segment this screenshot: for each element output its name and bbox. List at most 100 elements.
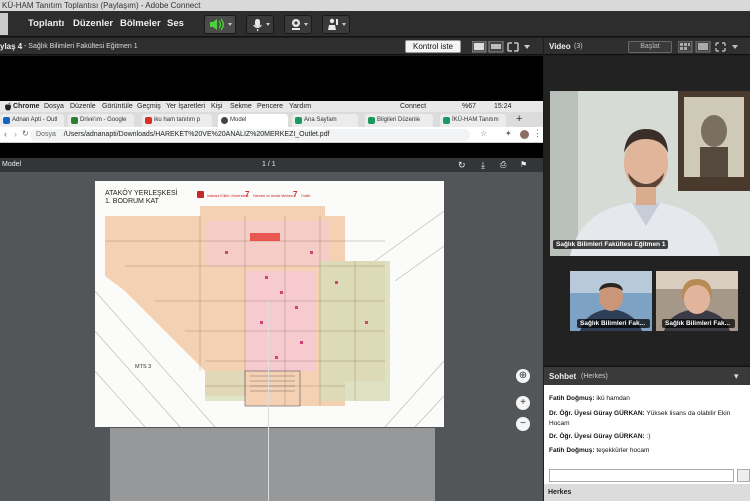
print-icon[interactable]: ⎙: [500, 158, 506, 172]
menu-meeting[interactable]: Toplantı: [28, 11, 64, 37]
mac-menu-history[interactable]: Geçmiş: [137, 101, 161, 112]
share-pod-presenter: - Sağlık Bilimleri Fakültesi Eğitmen 1: [24, 43, 138, 50]
floor-plan-drawing: İstanbul Kültür Üniversitesi 7 Hareket v…: [95, 190, 444, 427]
mac-status-connect[interactable]: Connect: [400, 101, 426, 112]
chat-text: teşekkürler hocam: [596, 447, 650, 454]
reload-icon[interactable]: ↻: [22, 129, 29, 138]
floor-name: 1. BODRUM KAT: [105, 198, 159, 205]
site-icon: [295, 117, 302, 124]
speaker-icon: [210, 18, 232, 31]
url-field[interactable]: Dosya /Users/adnanapti/Downloads/HAREKET…: [30, 129, 470, 141]
video-pod-header: Video (3) Başlat: [544, 38, 750, 55]
mac-menu-people[interactable]: Kişi: [211, 101, 222, 112]
browser-tab[interactable]: Bilgileri Düzenle: [365, 114, 433, 127]
mac-menu-tab[interactable]: Sekme: [230, 101, 252, 112]
chat-message: Fatih Doğmuş: ikü hamdan: [549, 394, 744, 404]
start-webcam-button[interactable]: Başlat: [628, 41, 672, 53]
extensions-icon[interactable]: ✦: [505, 129, 512, 138]
send-button[interactable]: [737, 469, 750, 482]
mac-menu-window[interactable]: Pencere: [257, 101, 283, 112]
mac-status-battery: %67: [462, 103, 477, 110]
apple-icon: [5, 102, 11, 111]
video-pod-title: Video: [549, 42, 571, 51]
webcam-button[interactable]: [284, 15, 312, 34]
chat-input[interactable]: [549, 469, 734, 482]
share-pod-header: ylaş 4 - Sağlık Bilimleri Fakültesi Eğit…: [0, 38, 543, 55]
menu-pods[interactable]: Bölmeler: [120, 11, 161, 37]
mac-menu-view[interactable]: Görüntüle: [102, 101, 133, 112]
bookmark-star-icon[interactable]: ☆: [480, 129, 487, 138]
mac-menu-file[interactable]: Dosya: [44, 101, 64, 112]
participant-name-label: Sağlık Bilimleri Fak...: [577, 319, 650, 328]
svg-text:7: 7: [245, 190, 250, 199]
download-icon[interactable]: ⤓: [481, 158, 485, 172]
video-tile-participant-2[interactable]: Sağlık Bilimleri Fak...: [570, 271, 652, 331]
microphone-button[interactable]: [246, 15, 274, 34]
chat-message: Dr. Öğr. Üyesi Güray GÜRKAN: Yüksek lisa…: [549, 409, 744, 429]
browser-tab[interactable]: Ana Sayfam: [292, 114, 358, 127]
browser-tab[interactable]: Drive'ım - Google: [68, 114, 134, 127]
browser-tab[interactable]: iku ham tanıtım p: [142, 114, 212, 127]
mac-menubar: Chrome Dosya Düzenle Görüntüle Geçmiş Ye…: [0, 101, 543, 112]
status-button[interactable]: [322, 15, 350, 34]
logo-2-text: Hareket ve Analiz Merkezi: [253, 194, 294, 198]
microphone-icon: [253, 19, 270, 31]
translucent-overlay: [110, 428, 435, 501]
mac-menu-help[interactable]: Yardım: [289, 101, 311, 112]
svg-text:7: 7: [293, 190, 298, 199]
chat-message: Fatih Doğmuş: teşekkürler hocam: [549, 446, 744, 456]
chat-recipient-selector[interactable]: Herkes: [544, 484, 750, 501]
browser-tab[interactable]: Adnan Apti - Outl: [0, 114, 64, 127]
menu-layouts[interactable]: Düzenler: [73, 11, 113, 37]
fit-to-page-icon[interactable]: ⊕: [516, 369, 530, 383]
divider-line: [268, 300, 269, 501]
participant-name-label: Sağlık Bilimleri Fak...: [662, 319, 735, 328]
browser-tab-active[interactable]: Model: [218, 114, 288, 127]
view-options-icon[interactable]: [472, 41, 534, 53]
mac-menu-edit[interactable]: Düzenle: [70, 101, 96, 112]
browser-address-bar: ‹ › ↻ Dosya /Users/adnanapti/Downloads/H…: [0, 127, 543, 143]
chat-text: ikü hamdan: [596, 395, 630, 402]
forward-icon[interactable]: ›: [14, 129, 17, 139]
raise-hand-icon: [328, 18, 346, 30]
share-pod-title: ylaş 4: [0, 42, 23, 51]
webcam-feed-main: [550, 91, 750, 256]
pdf-toolbar: Model 1 / 1 ↻ ⤓ ⎙ ⚑: [0, 158, 543, 172]
chat-pod-title: Sohbet: [549, 372, 577, 381]
rotate-icon[interactable]: ↻: [458, 158, 466, 172]
menu-audio[interactable]: Ses: [167, 11, 184, 37]
video-tile-participant-3[interactable]: Sağlık Bilimleri Fak...: [656, 271, 738, 331]
gmail-icon: [145, 117, 152, 124]
video-area: Sağlık Bilimleri Fakültesi Eğitmen 1 Sağ…: [544, 56, 750, 365]
zoom-in-icon[interactable]: +: [516, 396, 530, 410]
chat-sender: Fatih Doğmuş:: [549, 395, 595, 402]
chat-pod-scope: (Herkes): [581, 373, 608, 380]
chat-message: Dr. Öğr. Üyesi Güray GÜRKAN: :): [549, 432, 744, 442]
chrome-menu-icon[interactable]: ⋮: [533, 128, 542, 139]
mac-menu-chrome[interactable]: Chrome: [13, 101, 39, 112]
chat-options-icon[interactable]: ▾: [734, 367, 739, 386]
back-icon[interactable]: ‹: [4, 129, 7, 139]
chat-pod: Fatih Doğmuş: ikü hamdan Dr. Öğr. Üyesi …: [544, 385, 750, 501]
profile-avatar[interactable]: [520, 130, 529, 139]
video-layout-icons[interactable]: [678, 41, 746, 53]
mac-menu-bookmarks[interactable]: Yer İşaretleri: [166, 101, 205, 112]
new-tab-icon[interactable]: +: [516, 113, 522, 125]
campus-name: ATAKÖY YERLEŞKESİ: [105, 190, 178, 197]
chat-sender: Fatih Doğmuş:: [549, 447, 595, 454]
speaker-button[interactable]: [204, 15, 236, 34]
request-control-button[interactable]: Kontrol iste: [405, 40, 461, 53]
webcam-icon: [292, 19, 308, 30]
adobe-connect-logo: [0, 13, 8, 35]
bookmark-icon[interactable]: ⚑: [520, 158, 527, 172]
url-text: /Users/adnanapti/Downloads/HAREKET%20VE%…: [63, 131, 330, 138]
url-scheme-label: Dosya: [36, 131, 56, 138]
participant-name-label: Sağlık Bilimleri Fakültesi Eğitmen 1: [553, 240, 669, 249]
mts-label: MTS 3: [135, 364, 151, 370]
floor-plan-title: ATAKÖY YERLEŞKESİ 1. BODRUM KAT: [105, 190, 178, 206]
zoom-out-icon[interactable]: −: [516, 417, 530, 431]
video-tile-main[interactable]: Sağlık Bilimleri Fakültesi Eğitmen 1: [550, 91, 750, 256]
adobe-connect-window: KÜ-HAM Tanıtım Toplantısı (Paylaşım) - A…: [0, 0, 750, 501]
site-icon: [368, 117, 375, 124]
browser-tab[interactable]: İKÜ-HAM Tanıtım: [440, 114, 506, 127]
